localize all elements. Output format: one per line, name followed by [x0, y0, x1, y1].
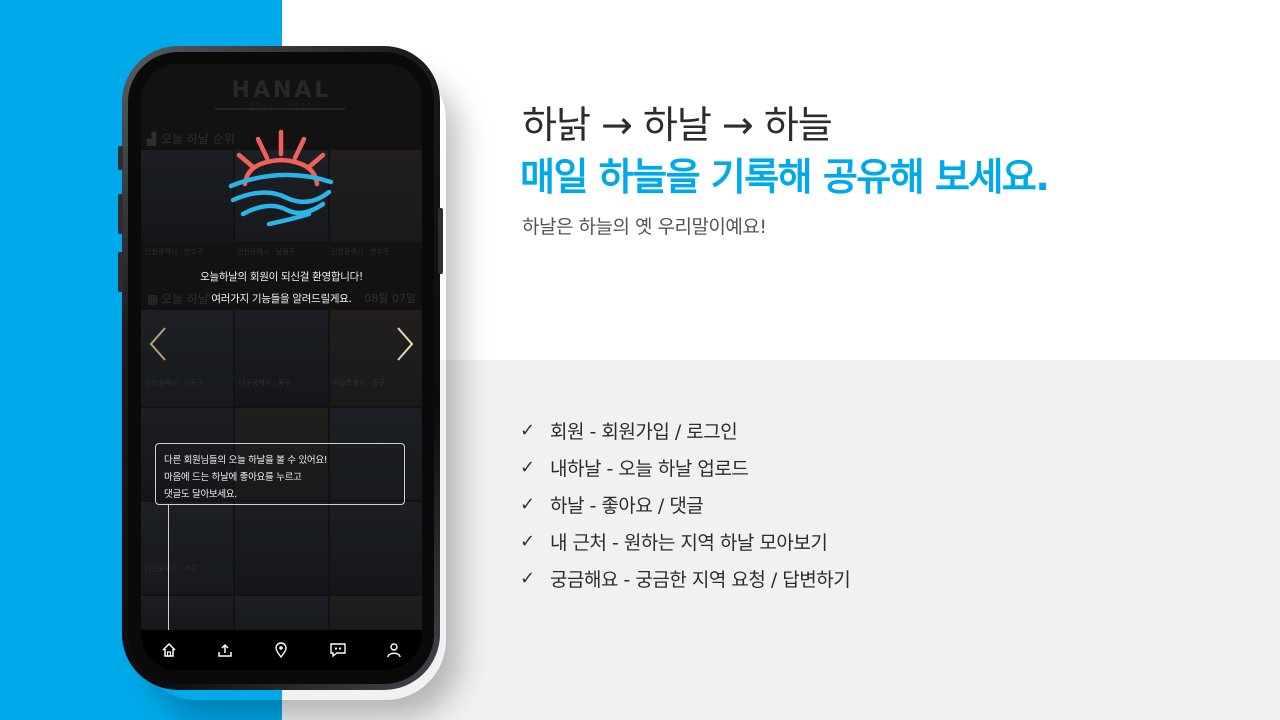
tutorial-tooltip: 다른 회원님들의 오늘 하날을 볼 수 있어요! 마음에 드는 하날에 좋아요를… — [155, 443, 405, 505]
feature-label: 궁금해요 - 궁금한 지역 요청 / 답변하기 — [550, 569, 851, 591]
upload-icon — [218, 643, 233, 657]
feature-label: 내하날 - 오늘 하날 업로드 — [550, 458, 749, 480]
tab-upload[interactable] — [211, 636, 239, 664]
power-button — [438, 208, 443, 274]
welcome-message: 오늘하날의 회원이 되신걸 환영합니다! 여러가지 기능들을 알려드릴게요. — [200, 271, 363, 305]
feature-label: 내 근처 - 원하는 지역 하날 모아보기 — [550, 532, 828, 554]
check-icon: ✓ — [520, 494, 535, 515]
home-icon — [162, 642, 176, 657]
description: 하날은 하늘의 옛 우리말이예요! — [522, 216, 767, 238]
mute-switch — [118, 146, 123, 170]
subheadline: 매일 하늘을 기록해 공유해 보세요. — [520, 155, 1050, 199]
feature-label: 하날 - 좋아요 / 댓글 — [550, 495, 704, 517]
feature-item: ✓ 내하날 - 오늘 하날 업로드 — [520, 449, 850, 486]
tab-nearby[interactable] — [267, 636, 295, 664]
tab-questions[interactable] — [324, 636, 352, 664]
feature-item: ✓ 내 근처 - 원하는 지역 하날 모아보기 — [520, 523, 850, 560]
tooltip-pointer-line — [168, 505, 169, 631]
tab-profile[interactable] — [380, 636, 408, 664]
feature-item: ✓ 궁금해요 - 궁금한 지역 요청 / 답변하기 — [520, 560, 851, 597]
app-screen: HANAL TODAY'S HANAL ▟ 오늘 하날 순위 인천광역시 · 연수… — [141, 64, 422, 670]
tab-home[interactable] — [155, 636, 183, 664]
feature-item: ✓ 회원 - 회원가입 / 로그인 — [520, 412, 850, 449]
feature-list: ✓ 회원 - 회원가입 / 로그인 ✓ 내하날 - 오늘 하날 업로드 ✓ 하날 - … — [520, 412, 851, 597]
check-icon: ✓ — [520, 568, 535, 589]
check-icon: ✓ — [520, 457, 535, 478]
chevron-left-icon[interactable] — [147, 326, 169, 362]
chat-icon — [329, 643, 346, 658]
volume-up-button — [118, 194, 123, 234]
headline: 하낡 → 하날 → 하늘 — [522, 103, 833, 147]
feature-label: 회원 - 회원가입 / 로그인 — [550, 421, 738, 443]
check-icon: ✓ — [520, 420, 535, 441]
chevron-right-icon[interactable] — [394, 326, 416, 362]
hanal-sun-logo-icon — [228, 129, 334, 227]
check-icon: ✓ — [520, 531, 535, 552]
bottom-tab-bar — [141, 630, 422, 670]
feature-item: ✓ 하날 - 좋아요 / 댓글 — [520, 486, 850, 523]
user-icon — [387, 643, 401, 658]
location-add-icon — [275, 642, 288, 658]
volume-down-button — [118, 252, 123, 292]
